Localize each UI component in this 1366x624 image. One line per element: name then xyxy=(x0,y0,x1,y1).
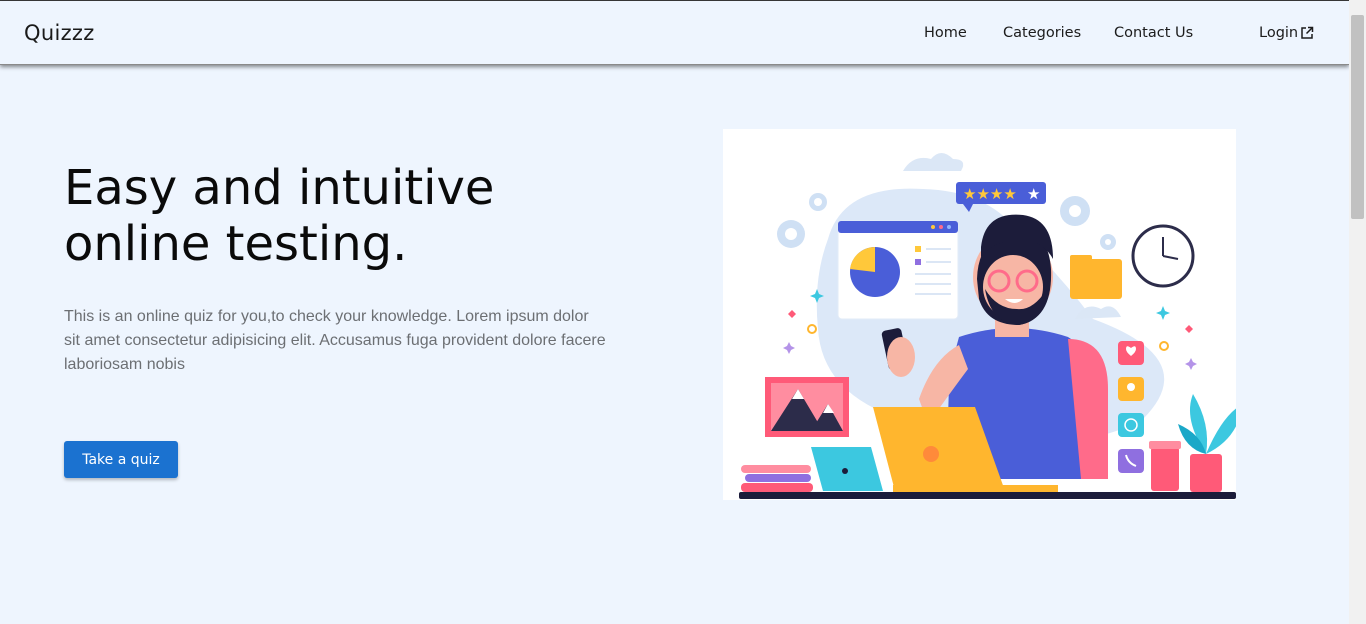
hero-description: This is an online quiz for you,to check … xyxy=(64,308,606,373)
rating-stars-icon: ★★★★ xyxy=(963,185,1017,203)
nav-login-link[interactable]: Login xyxy=(1259,25,1314,41)
svg-text:★: ★ xyxy=(1027,185,1040,203)
scrollbar-thumb[interactable] xyxy=(1351,15,1364,219)
take-quiz-button[interactable]: Take a quiz xyxy=(64,441,178,478)
nav-home-link[interactable]: Home xyxy=(924,25,967,41)
brand-logo[interactable]: Quizzz xyxy=(24,21,95,45)
nav-categories-link[interactable]: Categories xyxy=(1003,25,1081,41)
navbar: Quizzz Home Categories Contact Us Login xyxy=(0,1,1349,65)
external-link-icon xyxy=(1301,26,1314,39)
login-label: Login xyxy=(1259,25,1299,41)
online-testing-illustration: ★★★★ ★ xyxy=(739,153,1236,499)
hero-illustration: ★★★★ ★ xyxy=(723,129,1236,500)
nav-contact-link[interactable]: Contact Us xyxy=(1114,25,1193,41)
svg-text:★★★★: ★★★★ xyxy=(963,185,1017,203)
hero-headline: Easy and intuitive online testing. xyxy=(64,160,495,272)
